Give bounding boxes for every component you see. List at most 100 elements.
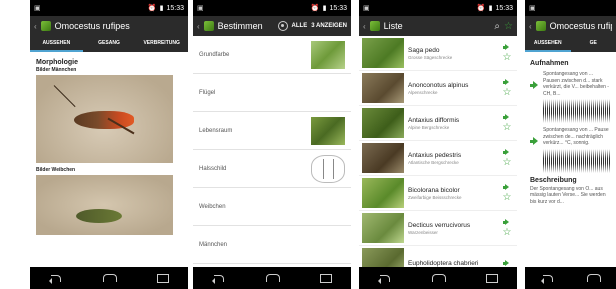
star-icon[interactable]: ☆ <box>503 157 512 168</box>
star-icon[interactable]: ☆ <box>503 192 512 203</box>
screen-title: Bestimmen <box>217 21 263 31</box>
tab-gesang[interactable]: GESANG <box>83 36 136 52</box>
status-time: 15:33 <box>166 4 184 12</box>
nav-back-icon[interactable] <box>378 274 392 284</box>
nav-back-icon[interactable] <box>212 274 226 284</box>
app-logo-icon <box>535 21 546 31</box>
favorites-star-icon[interactable]: ☆ <box>504 21 513 32</box>
speaker-icon[interactable] <box>503 79 511 86</box>
speaker-icon[interactable] <box>530 81 540 90</box>
criteria-label: Männchen <box>199 241 228 248</box>
back-icon[interactable]: ‹ <box>529 22 532 31</box>
list-item[interactable]: Antaxius pedestris Atlantische Bergschre… <box>359 141 517 176</box>
nav-home-icon[interactable] <box>586 274 602 282</box>
tab-aussehen[interactable]: AUSSEHEN <box>30 36 83 52</box>
species-common-name: Warzenbeisser <box>408 229 438 235</box>
waveform <box>543 148 611 173</box>
recording-description: Spontangesang von ... Pause zwischen de.… <box>543 127 609 146</box>
waveform <box>543 99 611 123</box>
thumbnail-pronotum <box>311 154 345 183</box>
star-icon[interactable]: ☆ <box>503 52 512 63</box>
status-bar: ▣ ⏰ ▮ 15:33 <box>193 0 351 16</box>
speaker-icon[interactable] <box>503 260 511 267</box>
nav-bar <box>359 267 517 289</box>
star-icon[interactable]: ☆ <box>503 87 512 98</box>
species-common-name: Atlantische Bergschrecke <box>408 159 459 165</box>
nav-recent-icon[interactable] <box>484 274 498 283</box>
star-icon[interactable]: ☆ <box>503 227 512 238</box>
speaker-icon[interactable] <box>530 137 540 146</box>
nav-recent-icon[interactable] <box>155 274 169 283</box>
screen-title: Liste <box>383 21 403 31</box>
criteria-row-grundfarbe[interactable]: Grundfarbe <box>193 36 351 74</box>
list-item[interactable]: Decticus verrucivorus Warzenbeisser ☆ <box>359 211 517 246</box>
back-icon[interactable]: ‹ <box>363 22 366 31</box>
tab-verbreitung[interactable]: VERBREITUNG <box>135 36 188 52</box>
app-logo-icon <box>40 21 51 31</box>
species-photo <box>362 108 404 138</box>
criteria-row-halsschild[interactable]: Halsschild <box>193 150 351 188</box>
search-icon[interactable]: ⌕ <box>494 21 500 32</box>
species-title: Omocestus rufipes <box>549 21 612 31</box>
species-title: Omocestus rufipes <box>54 21 130 31</box>
button-all[interactable]: ALLE <box>292 23 308 29</box>
nav-bar <box>525 267 616 289</box>
list-item[interactable]: Antaxius difformis Alpine Bergschrecke ☆ <box>359 106 517 141</box>
label-images-female: Bilder Weibchen <box>36 167 76 173</box>
tab-aussehen[interactable]: AUSSEHEN <box>525 36 571 52</box>
app-bar: ‹ Bestimmen ALLE 3 ANZEIGEN <box>193 16 351 36</box>
species-common-name: Alpine Bergschrecke <box>408 124 450 130</box>
species-name: Decticus verrucivorus <box>408 221 471 229</box>
list-item[interactable]: Bicolorana bicolor Zweifarbige Beissschr… <box>359 176 517 211</box>
nav-home-icon[interactable] <box>265 274 280 282</box>
star-icon[interactable]: ☆ <box>503 122 512 133</box>
nav-bar <box>193 267 351 289</box>
section-description: Beschreibung <box>530 176 577 184</box>
species-name: Anonconotus alpinus <box>408 81 469 89</box>
screen-species-detail: ▣ ⏰ ▮ 15:33 ‹ Omocestus rufipes AUSSEHEN… <box>30 0 188 289</box>
tab-bar: AUSSEHEN GESANG VERBREITUNG <box>30 36 188 52</box>
criteria-row-weibchen[interactable]: Weibchen <box>193 188 351 226</box>
target-icon[interactable] <box>277 21 288 31</box>
alarm-icon: ⏰ <box>476 5 486 12</box>
screen-identify: ▣ ⏰ ▮ 15:33 ‹ Bestimmen ALLE 3 ANZEIGEN … <box>193 0 351 289</box>
photo-female[interactable] <box>36 175 173 235</box>
species-name: Antaxius pedestris <box>408 151 462 159</box>
nav-home-icon[interactable] <box>102 274 117 282</box>
button-show-results[interactable]: 3 ANZEIGEN <box>311 23 347 29</box>
speaker-icon[interactable] <box>503 184 511 191</box>
criteria-row-maennchen[interactable]: Männchen <box>193 226 351 264</box>
speaker-icon[interactable] <box>503 44 511 51</box>
tab-gesang[interactable]: GE <box>571 36 616 52</box>
app-logo-icon <box>203 21 214 31</box>
species-photo <box>362 178 404 208</box>
screen-species-song: ▣ ‹ Omocestus rufipes AUSSEHEN GE Aufnah… <box>525 0 616 289</box>
criteria-label: Lebensraum <box>199 127 233 134</box>
nav-recent-icon[interactable] <box>318 274 332 283</box>
screen-species-list: ▣ ⏰ ▮ 15:33 ‹ Liste ⌕ ☆ Saga pedo Grosse… <box>359 0 517 289</box>
speaker-icon[interactable] <box>503 114 511 121</box>
speaker-icon[interactable] <box>503 149 511 156</box>
tab-bar: AUSSEHEN GE <box>525 36 616 52</box>
list-item[interactable]: Saga pedo Grosse Sägeschrecke ☆ <box>359 36 517 71</box>
species-common-name: Alpenschrecke <box>408 89 438 95</box>
speaker-icon[interactable] <box>503 219 511 226</box>
species-name: Eupholidoptera chabrieri <box>408 259 479 267</box>
back-icon[interactable]: ‹ <box>197 22 200 31</box>
nav-back-icon[interactable] <box>49 274 63 284</box>
app-bar: ‹ Omocestus rufipes <box>525 16 616 36</box>
photo-male[interactable] <box>36 75 173 163</box>
criteria-row-fluegel[interactable]: Flügel <box>193 74 351 112</box>
nav-home-icon[interactable] <box>431 274 446 282</box>
back-icon[interactable]: ‹ <box>34 22 37 31</box>
criteria-label: Weibchen <box>199 203 226 210</box>
nav-back-icon[interactable] <box>540 274 555 284</box>
notification-icon: ▣ <box>363 5 370 12</box>
status-bar: ▣ <box>525 0 616 16</box>
criteria-row-lebensraum[interactable]: Lebensraum <box>193 112 351 150</box>
recording-item[interactable]: Spontangesang von ... Pause zwischen de.… <box>530 127 611 147</box>
signal-icon: ▮ <box>322 5 327 12</box>
list-item[interactable]: Anonconotus alpinus Alpenschrecke ☆ <box>359 71 517 106</box>
section-morphologie: Morphologie <box>36 59 78 66</box>
recording-item[interactable]: Spontangesang von ... Pausen zwischen d.… <box>530 71 611 97</box>
